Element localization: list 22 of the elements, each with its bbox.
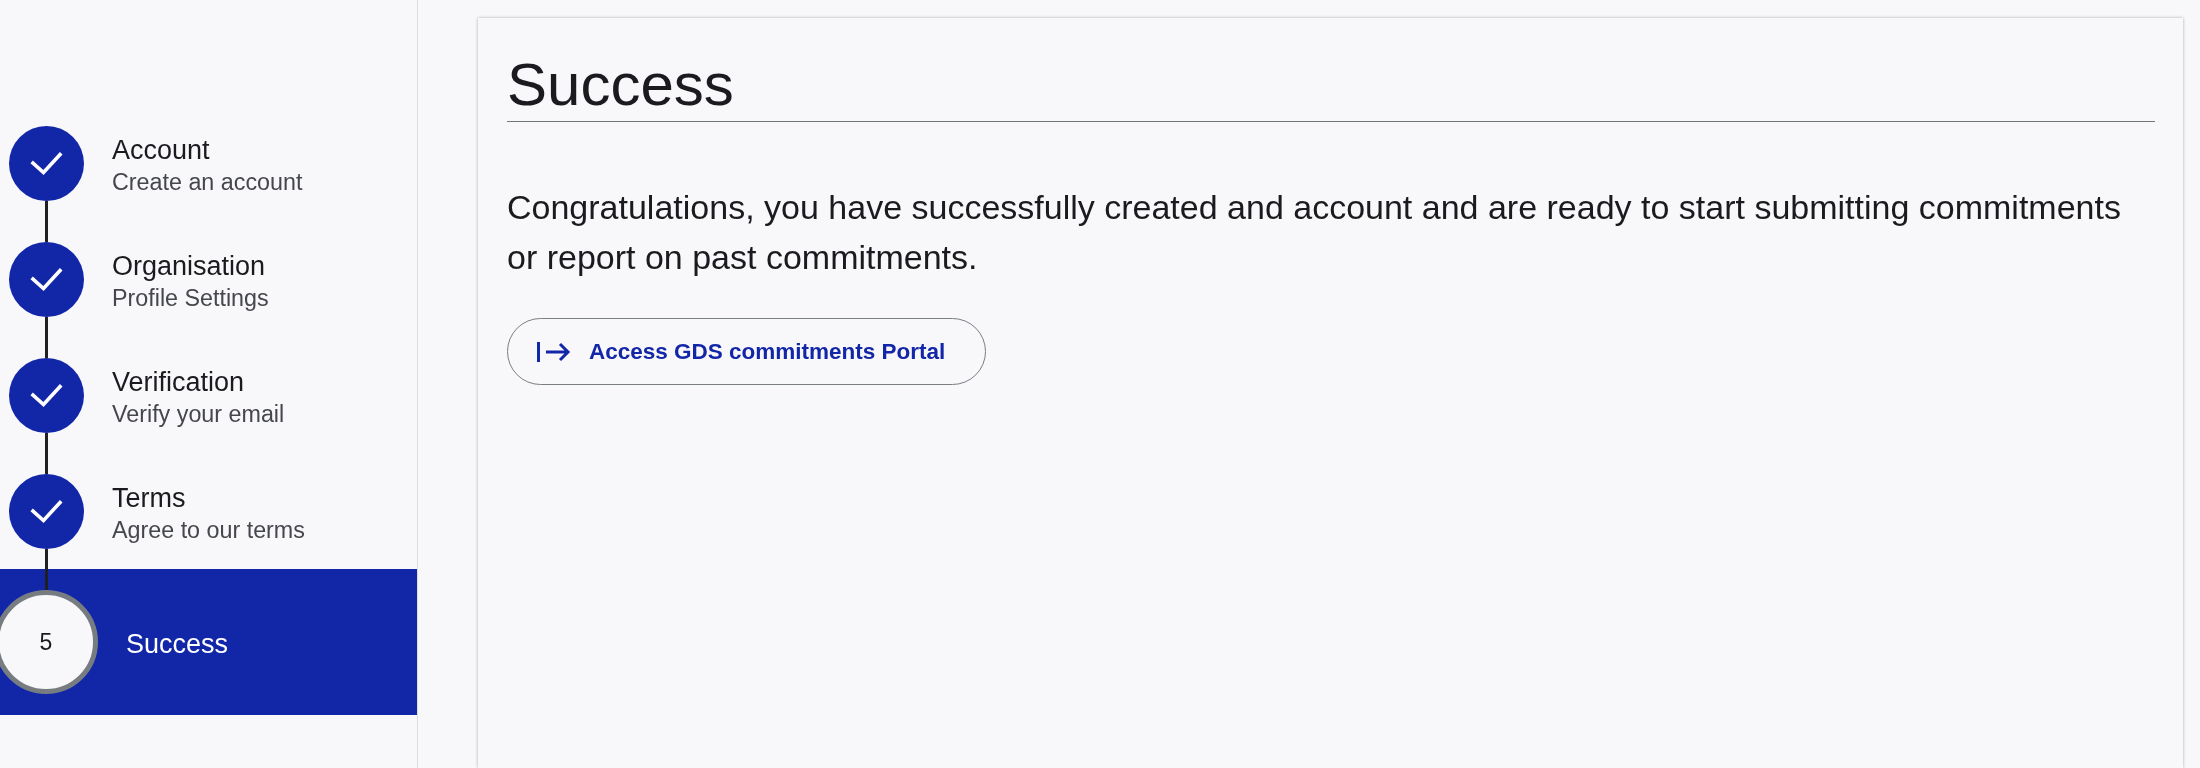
step-title: Terms bbox=[112, 481, 186, 514]
step-subtitle: Profile Settings bbox=[112, 283, 269, 313]
success-message: Congratulations, you have successfully created and account and are ready to start submitting commitments or report on past commitments. bbox=[507, 187, 2122, 278]
step-title: Success bbox=[126, 628, 229, 660]
page-title: Success bbox=[507, 50, 734, 120]
bar-arrow-right-icon bbox=[537, 340, 571, 363]
step-number: 5 bbox=[0, 590, 98, 694]
connector-line bbox=[45, 317, 48, 358]
step-row[interactable]: Organisation Profile Settings bbox=[0, 242, 417, 317]
step-row[interactable]: Account Create an account bbox=[0, 126, 417, 201]
step-title: Organisation bbox=[112, 249, 266, 282]
step-subtitle: Verify your email bbox=[112, 399, 285, 429]
step-subtitle: Create an account bbox=[112, 167, 303, 197]
step-row[interactable]: Terms Agree to our terms bbox=[0, 474, 417, 549]
step-row[interactable]: Verification Verify your email bbox=[0, 358, 417, 433]
connector-line bbox=[45, 201, 48, 242]
step-title: Verification bbox=[112, 365, 245, 398]
step-row[interactable]: 5 Success bbox=[0, 569, 417, 715]
step-title: Account bbox=[112, 133, 210, 166]
step-subtitle: Agree to our terms bbox=[112, 515, 305, 545]
connector-line bbox=[45, 433, 48, 474]
connector-line bbox=[45, 549, 48, 590]
